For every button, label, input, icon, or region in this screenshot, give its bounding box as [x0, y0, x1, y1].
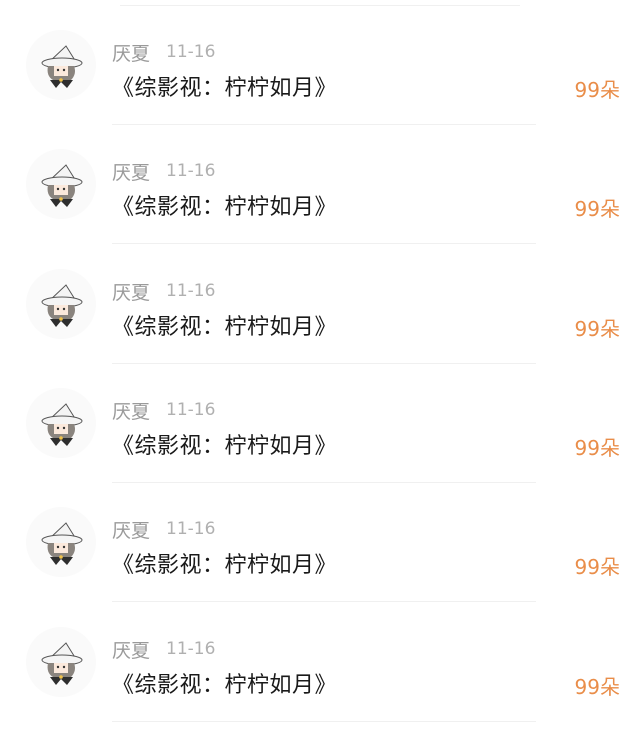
comment-row: 厌夏 11-16 《综影视：柠柠如月》 99朵: [0, 245, 640, 364]
comment-date: 11-16: [166, 281, 216, 301]
comment-text[interactable]: 《综影视：柠柠如月》: [112, 428, 337, 460]
user-avatar[interactable]: [26, 30, 96, 100]
comment-date: 11-16: [166, 400, 216, 420]
comment-row: 厌夏 11-16 《综影视：柠柠如月》 99朵: [0, 6, 640, 125]
comment-row: 厌夏 11-16 《综影视：柠柠如月》 99朵: [0, 483, 640, 602]
username[interactable]: 厌夏: [112, 158, 150, 185]
witch-hat-avatar-icon: [41, 164, 83, 207]
username[interactable]: 厌夏: [112, 278, 150, 305]
gift-count: 99朵: [574, 436, 620, 460]
user-avatar[interactable]: [26, 627, 96, 697]
witch-hat-avatar-icon: [41, 45, 83, 88]
row-divider: [112, 243, 536, 244]
comment-text[interactable]: 《综影视：柠柠如月》: [112, 309, 337, 341]
row-divider: [112, 721, 536, 722]
gift-count: 99朵: [574, 555, 620, 579]
comment-row: 厌夏 11-16 《综影视：柠柠如月》 99朵: [0, 364, 640, 483]
username[interactable]: 厌夏: [112, 636, 150, 663]
row-divider: [112, 601, 536, 602]
comment-row: 厌夏 11-16 《综影视：柠柠如月》 99朵: [0, 125, 640, 244]
comment-date: 11-16: [166, 161, 216, 181]
user-avatar[interactable]: [26, 269, 96, 339]
comment-text[interactable]: 《综影视：柠柠如月》: [112, 547, 337, 579]
comment-list: 厌夏 11-16 《综影视：柠柠如月》 99朵 厌夏 11-16 《综影视：柠柠…: [0, 0, 640, 731]
comment-date: 11-16: [166, 42, 216, 62]
user-avatar[interactable]: [26, 507, 96, 577]
witch-hat-avatar-icon: [41, 284, 83, 327]
comment-date: 11-16: [166, 519, 216, 539]
witch-hat-avatar-icon: [41, 522, 83, 565]
comment-text[interactable]: 《综影视：柠柠如月》: [112, 667, 337, 699]
comment-row: 厌夏 11-16 《综影视：柠柠如月》 99朵: [0, 603, 640, 722]
username[interactable]: 厌夏: [112, 516, 150, 543]
username[interactable]: 厌夏: [112, 397, 150, 424]
comment-date: 11-16: [166, 639, 216, 659]
username[interactable]: 厌夏: [112, 39, 150, 66]
user-avatar[interactable]: [26, 388, 96, 458]
gift-count: 99朵: [574, 317, 620, 341]
gift-count: 99朵: [574, 197, 620, 221]
comment-text[interactable]: 《综影视：柠柠如月》: [112, 70, 337, 102]
gift-count: 99朵: [574, 675, 620, 699]
comment-text[interactable]: 《综影视：柠柠如月》: [112, 189, 337, 221]
witch-hat-avatar-icon: [41, 403, 83, 446]
witch-hat-avatar-icon: [41, 642, 83, 685]
user-avatar[interactable]: [26, 149, 96, 219]
gift-count: 99朵: [574, 78, 620, 102]
